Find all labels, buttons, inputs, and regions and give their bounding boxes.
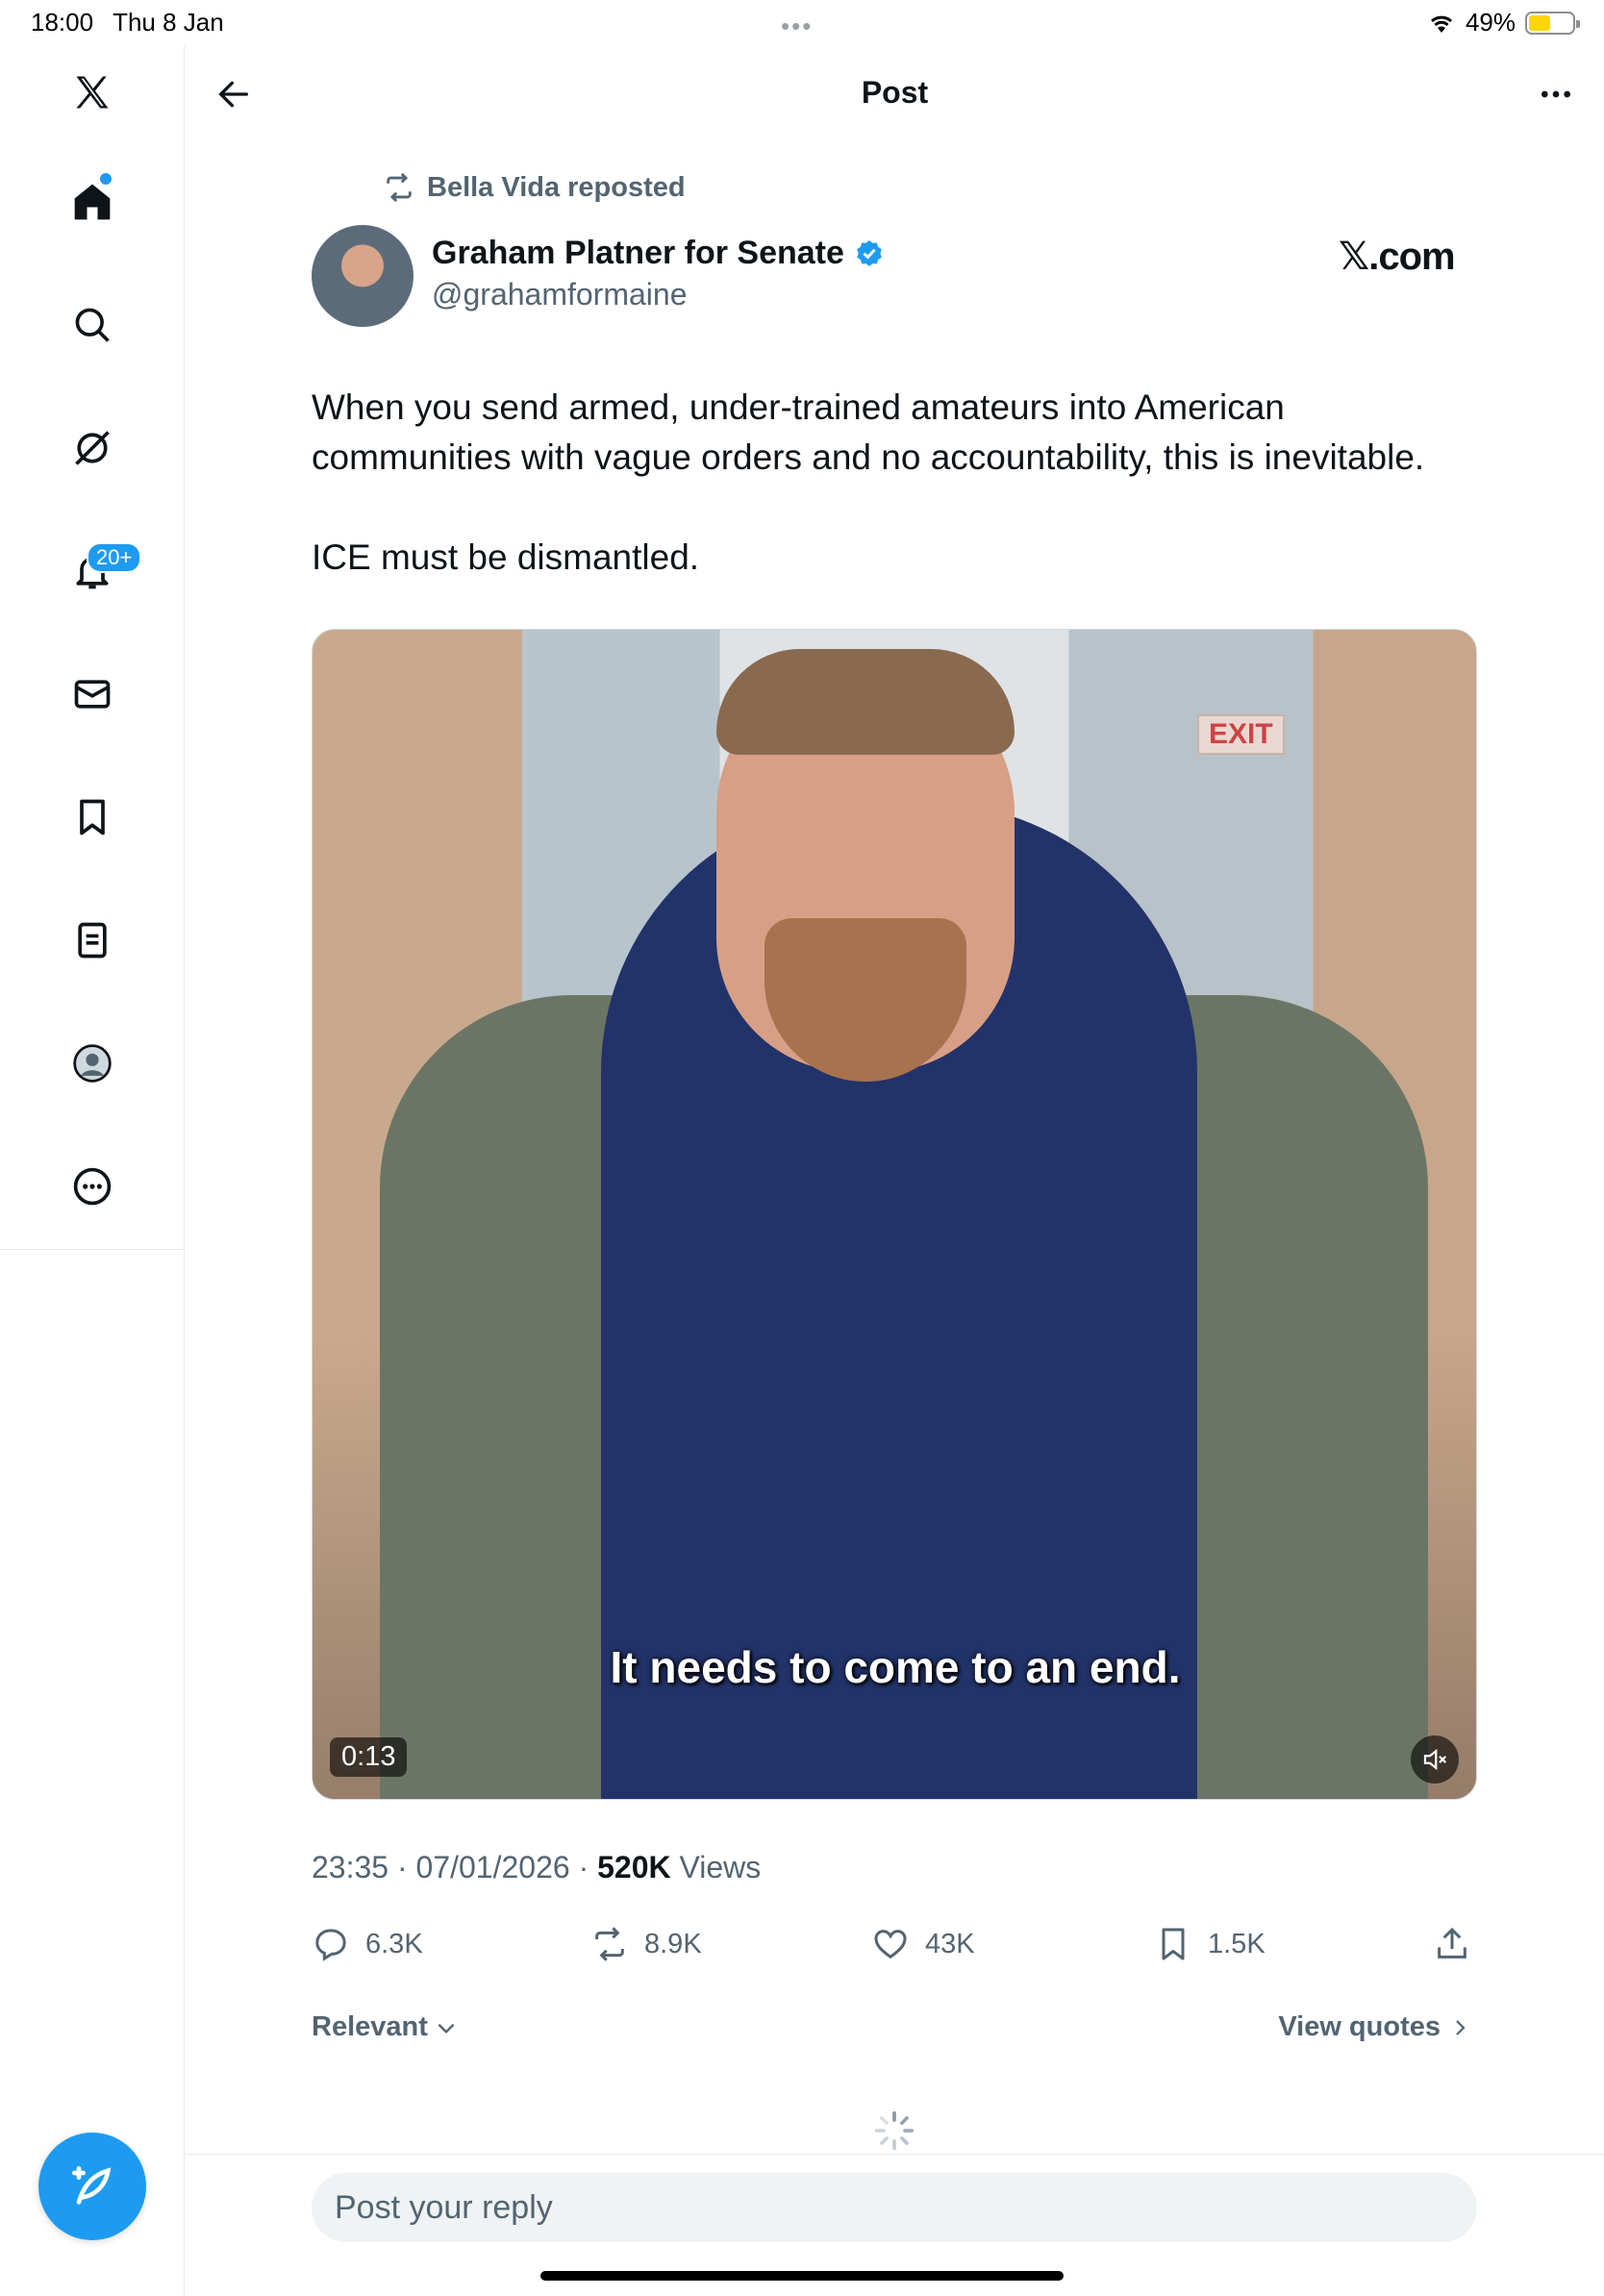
reply-input[interactable]: Post your reply: [312, 2173, 1477, 2242]
view-quotes-label: View quotes: [1278, 2011, 1441, 2042]
view-quotes-link[interactable]: View quotes: [1278, 2011, 1471, 2043]
battery-percent: 49%: [1465, 8, 1516, 37]
compose-feather-icon: [72, 2166, 112, 2205]
xcom-watermark: 𝕏.com: [1339, 236, 1456, 278]
bookmark-icon: [1162, 1928, 1185, 1960]
x-logo-icon[interactable]: [62, 62, 123, 123]
repost-icon: [387, 172, 412, 203]
heart-icon: [874, 1930, 907, 1959]
more-icon[interactable]: [62, 1156, 123, 1217]
notifications-badge: 20+: [87, 542, 142, 573]
verified-badge-icon: [857, 239, 882, 266]
profile-icon[interactable]: [62, 1033, 123, 1094]
ellipsis-icon: [1541, 90, 1570, 98]
reply-icon: [315, 1929, 346, 1961]
sort-dropdown[interactable]: Relevant: [312, 2011, 459, 2043]
page-title: Post: [861, 75, 929, 110]
post-actions: 6.3K 8.9K 43K 1.5K: [312, 1917, 1477, 1971]
like-count: 43K: [925, 1928, 975, 1959]
video-caption: It needs to come to an end.: [610, 1642, 1181, 1692]
post-meta: 23:35 · 07/01/2026 · 520K Views: [312, 1850, 762, 1884]
bookmark-button[interactable]: 1.5K: [1154, 1917, 1266, 1971]
home-unread-dot: [100, 173, 112, 185]
lists-icon[interactable]: [62, 910, 123, 971]
repost-label: Bella Vida reposted: [427, 171, 686, 203]
views-count: 520K: [597, 1850, 671, 1884]
grok-icon[interactable]: [62, 417, 123, 479]
mute-button[interactable]: [1411, 1735, 1459, 1784]
multitask-dots-icon[interactable]: •••: [781, 12, 813, 41]
author-handle[interactable]: @grahamformaine: [432, 277, 687, 312]
exit-sign: EXIT: [1197, 714, 1285, 755]
share-icon: [1438, 1927, 1466, 1959]
chevron-right-icon: [1456, 2019, 1466, 2035]
video-duration: 0:13: [330, 1737, 408, 1777]
compose-post-button[interactable]: [38, 2133, 146, 2240]
wifi-icon: [1430, 15, 1452, 33]
home-indicator[interactable]: [540, 2271, 1064, 2281]
like-button[interactable]: 43K: [871, 1917, 975, 1971]
search-icon[interactable]: [62, 294, 123, 356]
repost-count: 8.9K: [644, 1928, 702, 1959]
post-date: 07/01/2026: [415, 1850, 570, 1884]
views-label: Views: [679, 1850, 762, 1884]
more-options-button[interactable]: [1533, 71, 1579, 117]
repost-attribution[interactable]: Bella Vida reposted: [383, 171, 686, 204]
post-time: 23:35: [312, 1850, 389, 1884]
author-name[interactable]: Graham Platner for Senate: [432, 235, 885, 272]
status-bar: 18:00 Thu 8 Jan ••• 49%: [0, 0, 1604, 46]
loading-spinner-icon: [874, 2110, 915, 2151]
share-button[interactable]: [1433, 1917, 1471, 1971]
author-avatar[interactable]: [312, 225, 414, 327]
speaker-muted-icon: [1423, 1748, 1447, 1771]
home-icon[interactable]: [62, 171, 123, 233]
reply-count: 6.3K: [365, 1928, 423, 1959]
repost-icon: [595, 1927, 624, 1961]
video-player[interactable]: EXIT It needs to come to an end. 0:13: [312, 629, 1477, 1800]
battery-icon: [1525, 11, 1580, 35]
post-text-paragraph: When you send armed, under-trained amate…: [312, 387, 1425, 477]
post-header: Post: [186, 46, 1604, 142]
sort-label: Relevant: [312, 2011, 428, 2042]
chevron-down-icon: [438, 2023, 455, 2034]
bookmark-count: 1.5K: [1208, 1928, 1266, 1959]
status-date: Thu 8 Jan: [113, 8, 224, 37]
post-text: When you send armed, under-trained amate…: [312, 383, 1485, 633]
bookmarks-icon[interactable]: [62, 786, 123, 848]
messages-icon[interactable]: [62, 663, 123, 725]
status-time: 18:00: [31, 8, 94, 37]
repost-button[interactable]: 8.9K: [590, 1917, 702, 1971]
post-text-paragraph: ICE must be dismantled.: [312, 537, 700, 577]
reply-button[interactable]: 6.3K: [312, 1917, 423, 1971]
